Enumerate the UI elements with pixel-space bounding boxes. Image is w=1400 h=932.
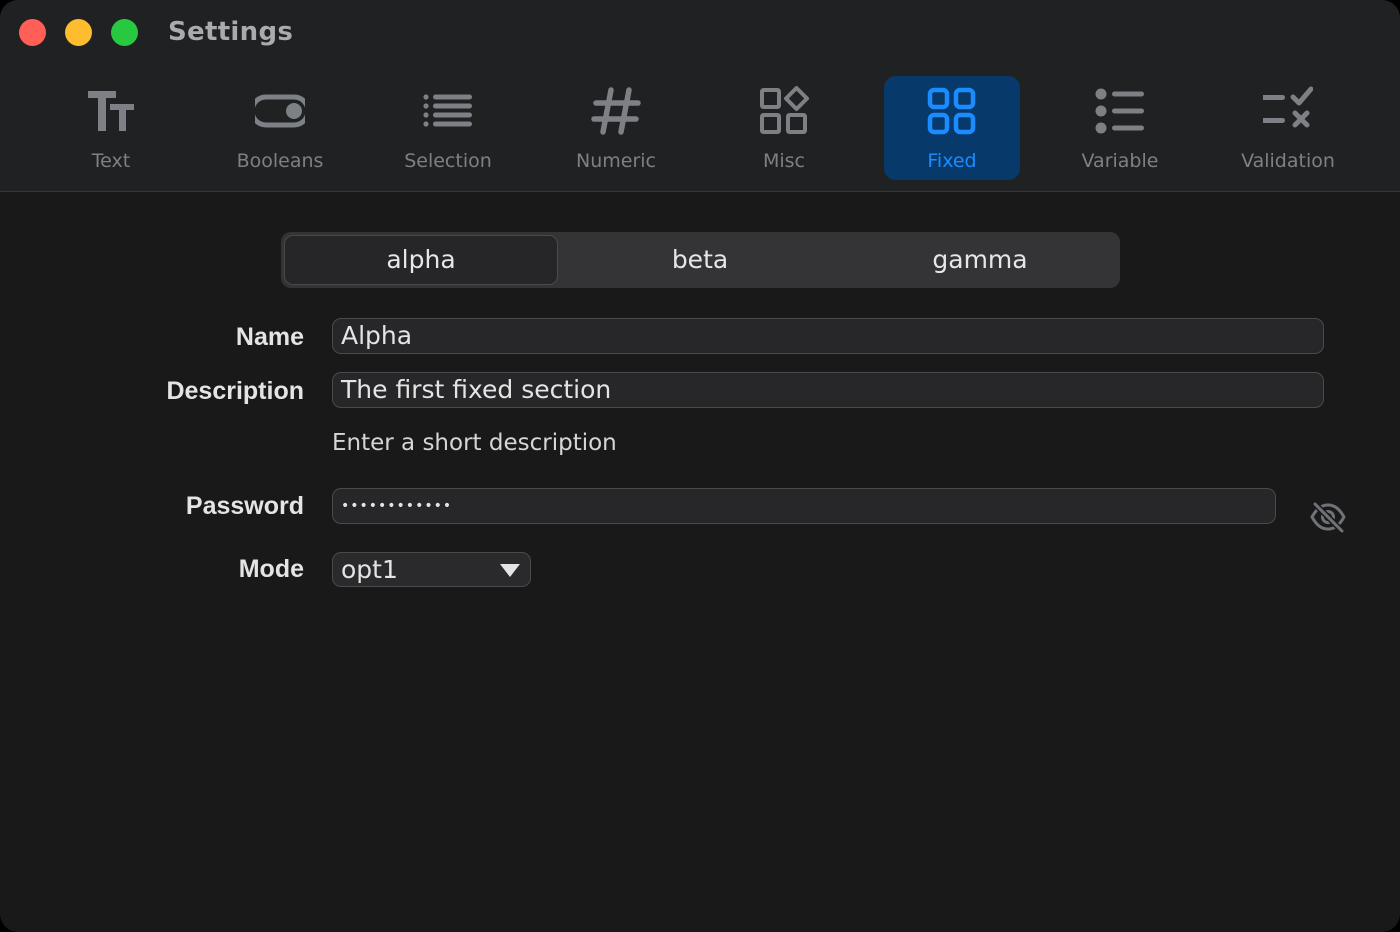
settings-window: Settings Text Booleans Selection Numeric…	[0, 0, 1400, 932]
tab-label: Variable	[1081, 150, 1159, 172]
mode-select[interactable]: opt1	[332, 552, 531, 587]
tab-label: Fixed	[927, 150, 977, 172]
description-hint: Enter a short description	[332, 430, 617, 456]
mode-selected-value: opt1	[341, 555, 398, 584]
tab-label: Booleans	[236, 150, 324, 172]
tab-validation[interactable]: Validation	[1220, 76, 1356, 180]
tab-label: Validation	[1241, 150, 1335, 172]
section-segmented-control: alpha beta gamma	[281, 232, 1120, 288]
window-title: Settings	[168, 17, 294, 47]
preferences-toolbar: Text Booleans Selection Numeric Misc Fix…	[0, 64, 1400, 192]
bullet-list-icon	[1095, 88, 1144, 134]
tab-misc[interactable]: Misc	[716, 76, 852, 180]
tab-text[interactable]: Text	[43, 76, 179, 180]
checklist-icon	[1263, 86, 1313, 128]
description-label: Description	[166, 377, 304, 405]
tab-booleans[interactable]: Booleans	[212, 76, 348, 180]
tab-label: Selection	[404, 150, 492, 172]
title-bar[interactable]: Settings	[0, 0, 1400, 64]
segment-gamma[interactable]: gamma	[844, 236, 1116, 284]
chevron-down-icon	[500, 564, 520, 577]
shapes-icon	[760, 86, 809, 134]
segment-beta[interactable]: beta	[564, 236, 836, 284]
minimize-window-button[interactable]	[65, 19, 92, 46]
description-field[interactable]: The first fixed section	[332, 372, 1324, 408]
tab-fixed[interactable]: Fixed	[884, 76, 1020, 180]
tab-variable[interactable]: Variable	[1052, 76, 1188, 180]
segment-alpha[interactable]: alpha	[285, 236, 557, 284]
mode-label: Mode	[238, 555, 304, 583]
tab-label: Numeric	[576, 150, 656, 172]
list-icon	[423, 94, 472, 127]
tab-label: Misc	[762, 150, 806, 172]
password-label: Password	[185, 492, 304, 520]
toggle-icon	[255, 94, 305, 128]
zoom-window-button[interactable]	[111, 19, 138, 46]
number-sign-icon	[591, 87, 641, 135]
name-field[interactable]: Alpha	[332, 318, 1324, 354]
tab-numeric[interactable]: Numeric	[548, 76, 684, 180]
tab-label: Text	[91, 150, 131, 172]
text-size-icon	[88, 91, 134, 131]
close-window-button[interactable]	[19, 19, 46, 46]
password-field[interactable]: ••••••••••••	[332, 488, 1276, 524]
name-label: Name	[235, 323, 304, 351]
eye-slash-icon[interactable]	[1308, 498, 1348, 536]
grid-icon	[927, 87, 976, 135]
tab-selection[interactable]: Selection	[380, 76, 516, 180]
